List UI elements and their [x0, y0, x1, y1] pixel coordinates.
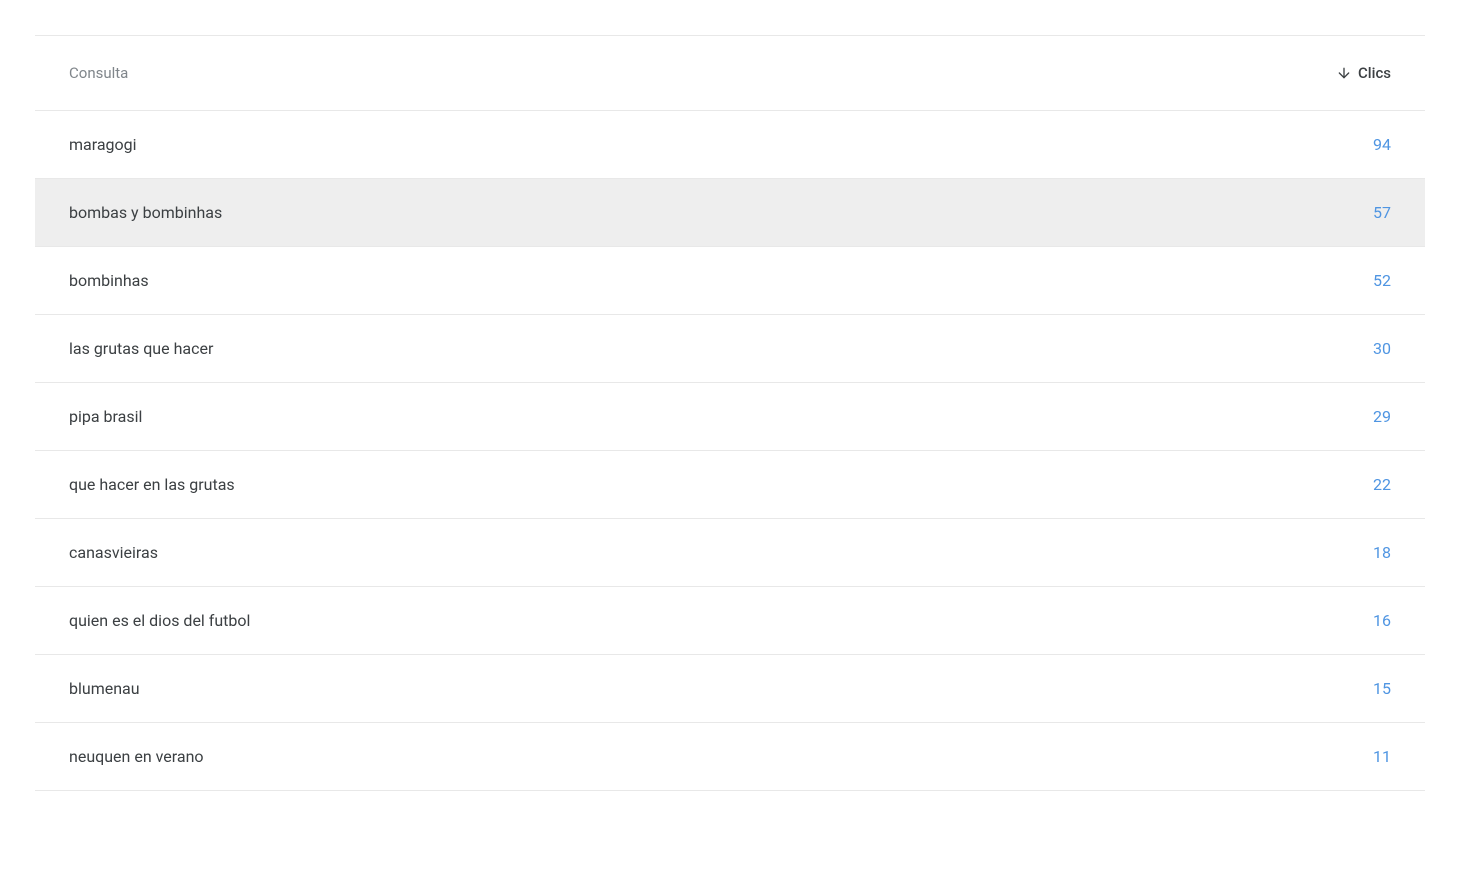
table-row[interactable]: quien es el dios del futbol 16 [35, 587, 1425, 655]
column-header-clicks-label: Clics [1358, 64, 1391, 82]
clicks-value: 11 [1373, 747, 1391, 766]
clicks-value: 29 [1373, 407, 1391, 426]
table-row[interactable]: que hacer en las grutas 22 [35, 451, 1425, 519]
sort-descending-icon [1336, 65, 1352, 81]
query-text: pipa brasil [69, 407, 142, 426]
column-header-clicks[interactable]: Clics [1336, 64, 1391, 82]
table-header-row: Consulta Clics [35, 36, 1425, 111]
table-row[interactable]: canasvieiras 18 [35, 519, 1425, 587]
query-text: que hacer en las grutas [69, 475, 235, 494]
clicks-value: 16 [1373, 611, 1391, 630]
clicks-value: 52 [1373, 271, 1391, 290]
table-row[interactable]: blumenau 15 [35, 655, 1425, 723]
clicks-value: 94 [1373, 135, 1391, 154]
clicks-value: 30 [1373, 339, 1391, 358]
query-text: blumenau [69, 679, 140, 698]
table-row[interactable]: pipa brasil 29 [35, 383, 1425, 451]
query-text: las grutas que hacer [69, 339, 213, 358]
clicks-value: 18 [1373, 543, 1391, 562]
query-text: bombinhas [69, 271, 149, 290]
query-text: canasvieiras [69, 543, 158, 562]
query-text: neuquen en verano [69, 747, 204, 766]
table-row[interactable]: maragogi 94 [35, 111, 1425, 179]
query-text: bombas y bombinhas [69, 203, 222, 222]
query-text: maragogi [69, 135, 137, 154]
table-body: maragogi 94 bombas y bombinhas 57 bombinhas 5… [35, 111, 1425, 791]
queries-table: Consulta Clics maragogi 94 bombas y bombin… [35, 35, 1425, 791]
table-row[interactable]: bombinhas 52 [35, 247, 1425, 315]
table-row[interactable]: las grutas que hacer 30 [35, 315, 1425, 383]
column-header-query[interactable]: Consulta [69, 64, 128, 82]
table-row[interactable]: neuquen en verano 11 [35, 723, 1425, 791]
clicks-value: 57 [1373, 203, 1391, 222]
clicks-value: 22 [1373, 475, 1391, 494]
clicks-value: 15 [1373, 679, 1391, 698]
table-row[interactable]: bombas y bombinhas 57 [35, 179, 1425, 247]
query-text: quien es el dios del futbol [69, 611, 250, 630]
